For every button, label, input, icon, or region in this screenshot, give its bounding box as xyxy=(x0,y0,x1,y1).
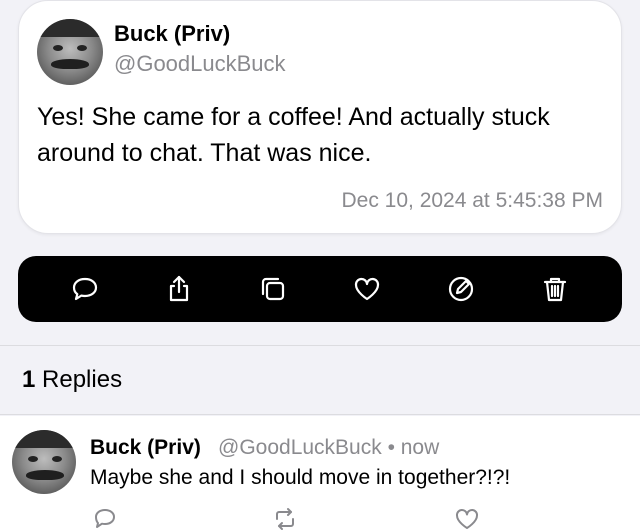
reply-text: Maybe she and I should move in together?… xyxy=(90,466,511,489)
edit-button[interactable] xyxy=(443,271,479,307)
post-timestamp: Dec 10, 2024 at 5:45:38 PM xyxy=(341,189,603,212)
comment-button[interactable] xyxy=(67,271,103,307)
post-action-toolbar xyxy=(18,256,622,322)
comment-icon xyxy=(72,277,98,301)
post-text: Yes! She came for a coffee! And actually… xyxy=(37,103,550,167)
divider xyxy=(0,345,640,346)
replies-count-header: 1 Replies xyxy=(22,366,122,394)
replies-label: Replies xyxy=(42,366,123,393)
share-icon xyxy=(169,275,189,302)
post-card: Buck (Priv) @GoodLuckBuck Yes! She came … xyxy=(18,0,622,234)
post-handle[interactable]: @GoodLuckBuck xyxy=(114,51,286,77)
avatar[interactable] xyxy=(37,19,103,85)
heart-icon xyxy=(354,277,380,301)
trash-icon xyxy=(543,277,567,302)
post-display-name[interactable]: Buck (Priv) xyxy=(114,21,230,47)
like-button[interactable] xyxy=(349,271,385,307)
reply-repost-button[interactable] xyxy=(272,506,298,530)
reply-item[interactable]: Buck (Priv) @GoodLuckBuck • now Maybe sh… xyxy=(0,416,640,530)
share-button[interactable] xyxy=(161,271,197,307)
repost-icon xyxy=(276,508,294,530)
delete-button[interactable] xyxy=(537,271,573,307)
avatar[interactable] xyxy=(12,430,76,494)
heart-icon xyxy=(456,508,478,529)
reply-handle-time: @GoodLuckBuck • now xyxy=(218,436,440,459)
copy-icon xyxy=(261,277,285,301)
comment-icon xyxy=(95,509,115,528)
reply-comment-button[interactable] xyxy=(92,506,118,530)
reply-like-button[interactable] xyxy=(454,506,480,530)
replies-count: 1 xyxy=(22,366,36,393)
reply-display-name[interactable]: Buck (Priv) xyxy=(90,436,201,460)
copy-button[interactable] xyxy=(255,271,291,307)
divider xyxy=(0,414,640,415)
edit-icon xyxy=(448,276,474,302)
